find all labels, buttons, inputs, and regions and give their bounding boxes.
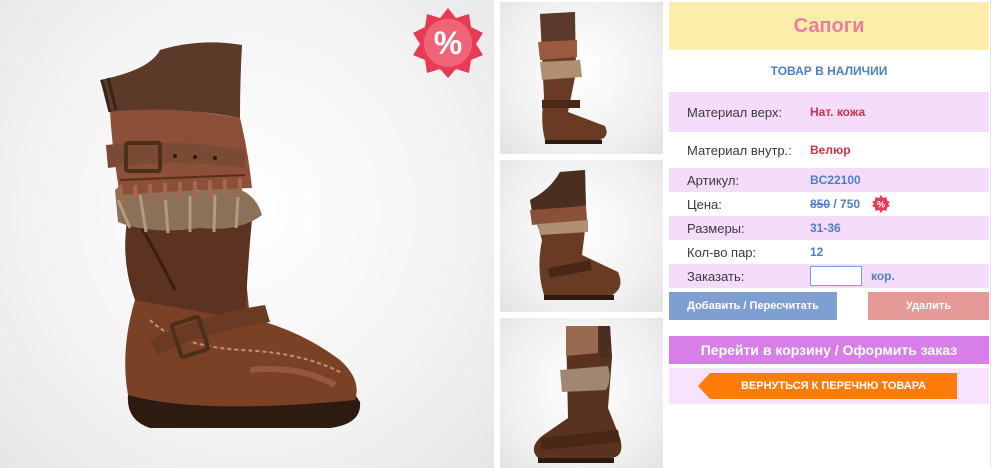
price-separator: / xyxy=(830,197,841,211)
detail-row-pairs: Кол-во пар: 12 xyxy=(669,240,989,264)
quantity-unit: кор. xyxy=(871,269,895,283)
sale-badge-text: % xyxy=(434,25,462,61)
thumbnail-2[interactable] xyxy=(500,160,663,312)
old-price: 850 xyxy=(810,197,831,211)
detail-label: Материал внутр.: xyxy=(687,142,792,158)
detail-row-order: Заказать: кор. xyxy=(669,264,989,288)
detail-row-material-top: Материал верх: Нат. кожа xyxy=(669,92,989,132)
boot-thumbnail-3 xyxy=(533,326,622,463)
detail-value: Велюр xyxy=(810,143,851,157)
detail-value: BC22100 xyxy=(810,173,861,187)
delete-button[interactable]: Удалить xyxy=(868,292,989,320)
sale-badge: % xyxy=(411,6,485,80)
quantity-input[interactable] xyxy=(810,266,862,286)
detail-row-article: Артикул: BC22100 xyxy=(669,168,989,192)
add-recalculate-button[interactable]: Добавить / Пересчитать xyxy=(669,292,837,320)
boot-thumbnail-1 xyxy=(538,12,607,144)
detail-label: Цена: xyxy=(687,196,722,212)
product-title-box: Сапоги xyxy=(669,2,989,50)
detail-row-material-inner: Материал внутр.: Велюр xyxy=(669,132,989,168)
detail-label: Артикул: xyxy=(687,172,740,188)
detail-label: Кол-во пар: xyxy=(687,244,757,260)
detail-row-price: Цена: 850 / 750 % xyxy=(669,192,989,216)
detail-label: Заказать: xyxy=(687,268,745,284)
boot-thumbnail-2 xyxy=(530,170,621,300)
thumbnail-3[interactable] xyxy=(500,318,663,468)
back-button-area: ВЕРНУТЬСЯ К ПЕРЕЧНЮ ТОВАРА xyxy=(669,368,989,404)
detail-value: Нат. кожа xyxy=(810,105,866,119)
thumbnail-1[interactable] xyxy=(500,2,663,154)
main-product-image[interactable]: % xyxy=(0,0,494,468)
product-info-panel: Сапоги ТОВАР В НАЛИЧИИ Материал верх: На… xyxy=(669,0,991,468)
divider xyxy=(990,0,991,468)
product-page: % Сапоги ТОВАР В НАЛИЧИИ Материал верх: … xyxy=(0,0,1001,468)
go-to-cart-button[interactable]: Перейти в корзину / Оформить заказ xyxy=(669,336,989,364)
detail-label: Материал верх: xyxy=(687,104,783,120)
detail-row-sizes: Размеры: 31-36 xyxy=(669,216,989,240)
stock-status: ТОВАР В НАЛИЧИИ xyxy=(770,64,888,78)
detail-value: 31-36 xyxy=(810,221,841,235)
svg-text:%: % xyxy=(877,200,885,210)
detail-value: 12 xyxy=(810,245,824,259)
price-value: 850 / 750 xyxy=(810,197,860,211)
product-title: Сапоги xyxy=(793,14,865,37)
discount-icon: % xyxy=(872,195,891,213)
detail-label: Размеры: xyxy=(687,220,745,236)
new-price: 750 xyxy=(840,197,861,211)
back-to-list-button[interactable]: ВЕРНУТЬСЯ К ПЕРЕЧНЮ ТОВАРА xyxy=(698,373,957,399)
